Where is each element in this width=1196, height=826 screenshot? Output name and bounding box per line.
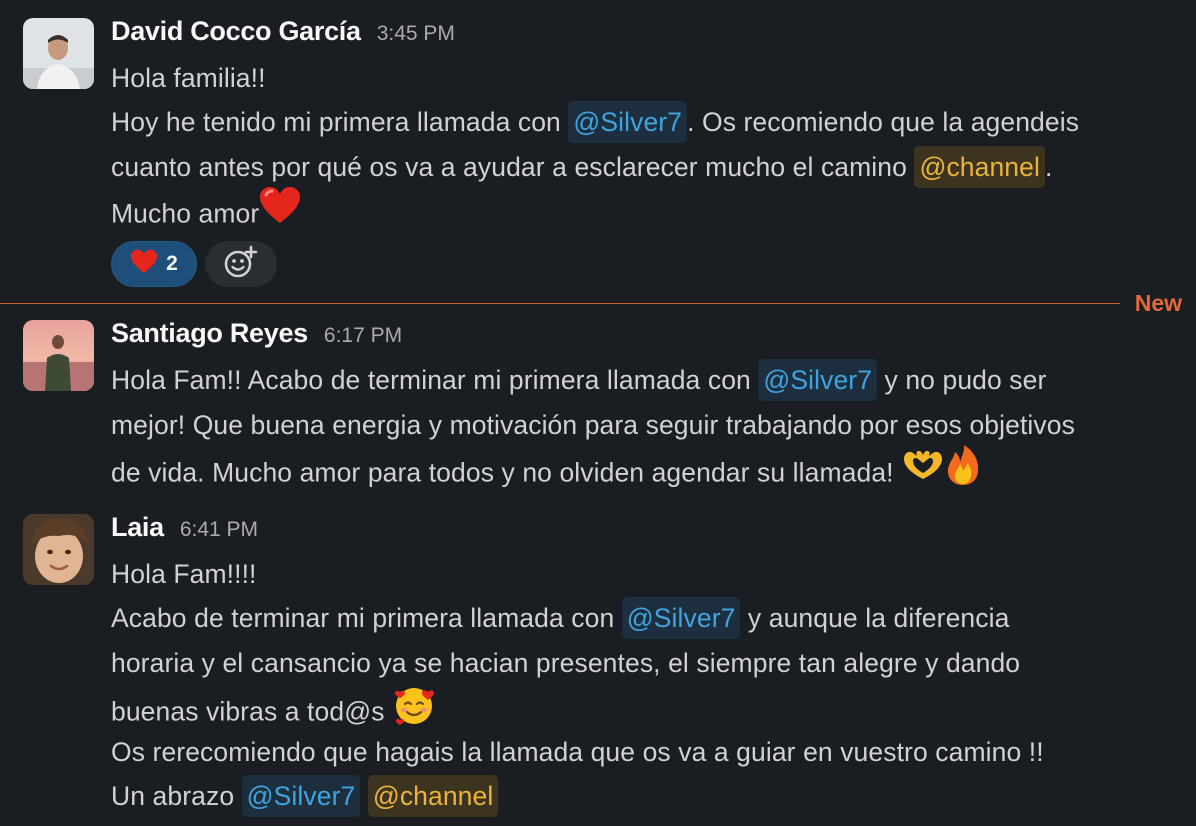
message-text-line: Os rerecomiendo que hagais la llamada qu… bbox=[111, 737, 1044, 767]
fire-icon bbox=[945, 444, 981, 499]
message-header: Santiago Reyes 6:17 PM bbox=[111, 318, 402, 354]
timestamp[interactable]: 6:41 PM bbox=[180, 518, 258, 542]
channel-mention[interactable]: @channel bbox=[914, 146, 1045, 188]
heart-hands-icon bbox=[901, 447, 945, 496]
message-text-line: Hola Fam!! Acabo de terminar mi primera … bbox=[111, 358, 1046, 402]
red-heart-icon bbox=[259, 186, 301, 239]
new-messages-label: New bbox=[1134, 290, 1182, 316]
user-avatar-photo-icon bbox=[23, 18, 94, 89]
add-reaction-button[interactable] bbox=[205, 241, 277, 287]
user-avatar-photo-icon bbox=[23, 514, 94, 585]
user-mention[interactable]: @Silver7 bbox=[241, 775, 361, 817]
red-heart-icon bbox=[130, 249, 158, 280]
channel-mention[interactable]: @channel bbox=[367, 775, 499, 817]
message-text-line: Hoy he tenido mi primera llamada con @Si… bbox=[111, 100, 1079, 144]
text-segment: de vida. Mucho amor para todos y no olvi… bbox=[111, 457, 902, 488]
author-name[interactable]: David Cocco García bbox=[111, 16, 361, 47]
new-messages-divider bbox=[0, 303, 1120, 304]
text-segment: Acabo de terminar mi primera llamada con bbox=[111, 603, 622, 633]
message-header: David Cocco García 3:45 PM bbox=[111, 16, 455, 52]
text-segment: Hoy he tenido mi primera llamada con bbox=[111, 107, 569, 137]
text-segment: Un abrazo bbox=[111, 781, 242, 811]
user-mention[interactable]: @Silver7 bbox=[621, 597, 741, 639]
text-segment: . bbox=[1044, 152, 1053, 182]
author-name[interactable]: Laia bbox=[111, 512, 164, 543]
avatar[interactable] bbox=[23, 18, 94, 89]
timestamp[interactable]: 3:45 PM bbox=[377, 22, 455, 46]
user-avatar-photo-icon bbox=[23, 320, 94, 391]
message-text-line: de vida. Mucho amor para todos y no olvi… bbox=[111, 445, 981, 491]
message-text-line: Mucho amor bbox=[111, 187, 301, 233]
user-mention[interactable]: @Silver7 bbox=[568, 101, 688, 143]
text-segment: buenas vibras a tod@s bbox=[111, 696, 393, 727]
add-reaction-icon bbox=[223, 245, 259, 284]
message-text-line: cuanto antes por qué os va a ayudar a es… bbox=[111, 145, 1052, 189]
text-segment: cuanto antes por qué os va a ayudar a es… bbox=[111, 152, 915, 182]
message-text-line: mejor! Que buena energia y motivación pa… bbox=[111, 410, 1075, 440]
message-text-line: Hola Fam!!!! bbox=[111, 559, 257, 589]
timestamp[interactable]: 6:17 PM bbox=[324, 324, 402, 348]
message-text-line: Hola familia!! bbox=[111, 63, 266, 93]
text-segment: . Os recomiendo que la agendeis bbox=[687, 107, 1080, 137]
text-segment: y aunque la diferencia bbox=[740, 603, 1010, 633]
text-segment: Hola Fam!! Acabo de terminar mi primera … bbox=[111, 365, 759, 395]
message-text-line: buenas vibras a tod@s bbox=[111, 685, 438, 729]
message-text-line: Acabo de terminar mi primera llamada con… bbox=[111, 596, 1009, 640]
message-header: Laia 6:41 PM bbox=[111, 512, 258, 548]
user-mention[interactable]: @Silver7 bbox=[758, 359, 878, 401]
reaction-count: 2 bbox=[166, 252, 178, 275]
reaction-heart[interactable]: 2 bbox=[111, 241, 197, 287]
reactions-bar: 2 bbox=[111, 241, 277, 287]
text-segment: y no pudo ser bbox=[877, 365, 1047, 395]
message-text-line: horaria y el cansancio ya se hacian pres… bbox=[111, 648, 1021, 678]
author-name[interactable]: Santiago Reyes bbox=[111, 318, 308, 349]
message-text-line: Un abrazo @Silver7 @channel bbox=[111, 774, 499, 818]
avatar[interactable] bbox=[23, 514, 94, 585]
avatar[interactable] bbox=[23, 320, 94, 391]
text-segment: Mucho amor bbox=[111, 198, 260, 229]
